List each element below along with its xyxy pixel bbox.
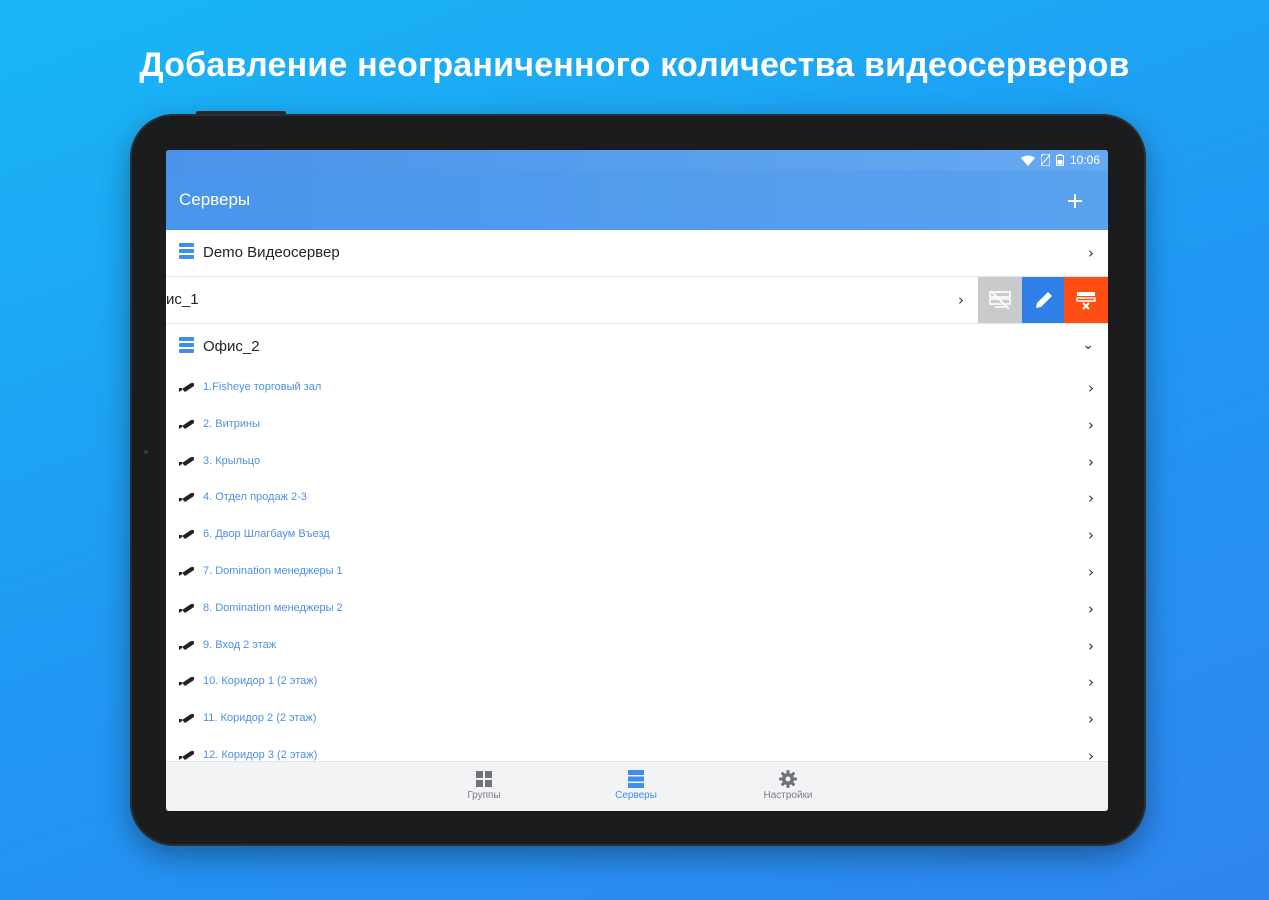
chevron-right-icon: › [1088,244,1094,262]
camera-label: 12. Коридор 3 (2 этаж) [203,749,318,761]
plus-icon [1068,194,1082,208]
camera-row[interactable]: 1.Fisheye торговый зал › [166,370,1108,407]
server-row-demo[interactable]: Demo Видеосервер › [166,230,1108,277]
cctv-camera-icon [179,566,195,576]
chevron-right-icon: › [1088,415,1094,434]
edit-server-button[interactable] [1022,277,1066,323]
camera-row[interactable]: 10. Коридор 1 (2 этаж) › [166,664,1108,702]
camera-label: 11. Коридор 2 (2 этаж) [203,712,317,725]
cctv-camera-icon [179,530,195,540]
delete-server-button[interactable] [1064,277,1108,323]
camera-row[interactable]: 3. Крыльцо › [166,443,1108,481]
camera-label: 1.Fisheye торговый зал [203,381,322,393]
cctv-camera-icon [179,419,195,429]
server-row-office-2[interactable]: Офис_2 ⌄ [166,324,1108,371]
nav-servers-label: Серверы [615,790,657,801]
nav-servers[interactable]: Серверы [596,768,676,801]
battery-icon [1055,154,1064,166]
edit-icon [1036,292,1052,308]
chevron-right-icon: › [1088,379,1094,397]
app-bar: Серверы [166,171,1108,230]
disable-server-button[interactable] [978,277,1022,323]
tablet-camera [144,450,148,454]
camera-row[interactable]: 7. Domination менеджеры 1 › [166,554,1108,591]
chevron-down-icon: ⌄ [1082,337,1094,353]
cctv-camera-icon [179,456,195,466]
chevron-right-icon: › [958,291,964,309]
camera-label: 7. Domination менеджеры 1 [203,565,343,577]
add-server-button[interactable] [1060,185,1090,215]
bottom-navigation: Группы Серверы Настройки [166,761,1108,811]
chevron-right-icon: › [1088,563,1094,581]
cctv-camera-icon [179,382,195,392]
camera-row[interactable]: 2. Витрины › [166,406,1108,444]
camera-row[interactable]: 4. Отдел продаж 2-3 › [166,480,1108,518]
nav-settings[interactable]: Настройки [748,768,828,801]
status-bar: 10:06 [166,150,1108,171]
camera-label: 9. Вход 2 этаж [203,638,277,651]
chevron-right-icon: › [1088,636,1094,655]
cctv-camera-icon [179,493,195,503]
status-time: 10:06 [1069,153,1100,167]
camera-label: 10. Коридор 1 (2 этаж) [203,675,318,688]
chevron-right-icon: › [1088,710,1094,729]
cctv-camera-icon [179,677,195,687]
promo-headline: Добавление неограниченного количества ви… [139,46,1130,84]
chevron-right-icon: › [1088,452,1094,471]
server-label: ис_1 [166,291,199,308]
camera-row[interactable]: 8. Domination менеджеры 2 › [166,590,1108,628]
app-bar-title: Серверы [179,190,251,209]
nav-groups-label: Группы [467,790,501,801]
wifi-icon [1020,155,1035,166]
grid-icon [476,771,492,787]
camera-label: 3. Крыльцо [203,454,261,467]
server-icon [179,243,194,261]
gear-icon [779,770,797,788]
nav-settings-label: Настройки [763,790,813,801]
camera-row[interactable]: 9. Вход 2 этаж › [166,627,1108,665]
servers-icon [628,770,644,788]
camera-label: 2. Витрины [203,417,260,430]
camera-row[interactable]: 11. Коридор 2 (2 этаж) › [166,701,1108,739]
delete-server-icon [1076,292,1096,310]
camera-row[interactable]: 6. Двор Шлагбаум Въезд › [166,517,1108,555]
chevron-right-icon: › [1088,526,1094,545]
cctv-camera-icon [179,640,195,650]
camera-label: 8. Domination менеджеры 2 [203,601,343,614]
cctv-camera-icon [179,603,195,613]
server-label: Demo Видеосервер [203,244,340,261]
no-sim-icon [1040,154,1050,166]
server-row-office-1[interactable]: ис_1 › [166,277,1108,324]
cctv-camera-icon [179,714,195,724]
disable-server-icon [989,290,1011,310]
chevron-right-icon: › [1088,673,1094,692]
nav-groups[interactable]: Группы [444,768,524,801]
camera-label: 4. Отдел продаж 2-3 [203,491,307,504]
chevron-right-icon: › [1088,489,1094,508]
app-screen: 10:06 Серверы Demo Видеосервер › ис_1 › … [166,150,1108,811]
server-icon [179,337,194,355]
chevron-right-icon: › [1088,599,1094,618]
camera-label: 6. Двор Шлагбаум Въезд [203,528,330,541]
server-label: Офис_2 [203,338,260,355]
